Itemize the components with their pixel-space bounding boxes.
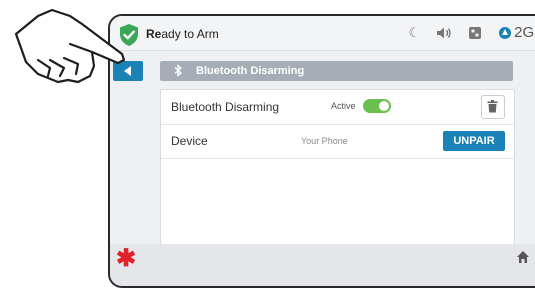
bottom-bar: ✱ (110, 244, 535, 286)
moon-icon[interactable]: ☾ (408, 25, 420, 41)
speaker-icon[interactable] (436, 26, 452, 40)
bluetooth-disarming-label: Bluetooth Disarming (171, 100, 280, 114)
status-bar: Ready to Arm ☾ 2GIG (110, 16, 535, 51)
unpair-button[interactable]: UNPAIR (443, 131, 505, 151)
home-icon[interactable] (516, 250, 530, 264)
trash-icon (487, 100, 498, 113)
active-label: Active (331, 101, 356, 111)
arm-status-text[interactable]: Ready to Arm (146, 27, 219, 41)
2gig-logo-icon (499, 26, 512, 39)
toggle-knob (379, 101, 389, 111)
settings-card: Bluetooth Disarming Active Device Your P… (160, 89, 515, 246)
pointing-hand-icon (14, 8, 126, 84)
arm-status-rest: ady to Arm (161, 27, 219, 41)
bluetooth-icon (174, 64, 182, 80)
device-label: Device (171, 134, 208, 148)
device-value: Your Phone (301, 136, 348, 146)
arm-status-bold: Re (146, 27, 162, 41)
brand-logo: 2GIG (498, 24, 535, 41)
section-title: Bluetooth Disarming (196, 65, 305, 77)
section-header: Bluetooth Disarming (160, 61, 513, 81)
bluetooth-disarming-row: Bluetooth Disarming Active (161, 90, 514, 125)
brand-text: 2GIG (514, 24, 535, 41)
bluetooth-disarming-toggle[interactable] (363, 99, 391, 113)
panel-icon[interactable] (468, 26, 482, 40)
delete-button[interactable] (481, 95, 505, 119)
device-screen: Ready to Arm ☾ 2GIG (108, 14, 535, 288)
device-row: Device Your Phone UNPAIR (161, 124, 514, 159)
